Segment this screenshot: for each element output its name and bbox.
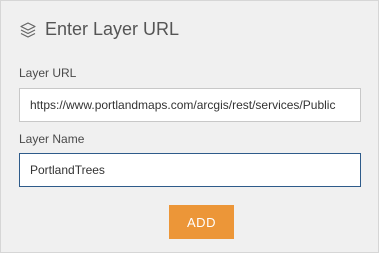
layer-url-label: Layer URL	[19, 66, 77, 80]
panel-header: Enter Layer URL	[19, 19, 179, 40]
layers-icon	[19, 21, 37, 39]
panel-title: Enter Layer URL	[45, 19, 180, 39]
add-button[interactable]: ADD	[169, 205, 234, 239]
enter-layer-url-panel: Enter Layer URL Layer URL Layer Name ADD	[0, 0, 379, 253]
layer-name-label: Layer Name	[19, 132, 85, 146]
layer-url-input[interactable]	[19, 88, 361, 122]
layer-name-input[interactable]	[19, 153, 361, 187]
